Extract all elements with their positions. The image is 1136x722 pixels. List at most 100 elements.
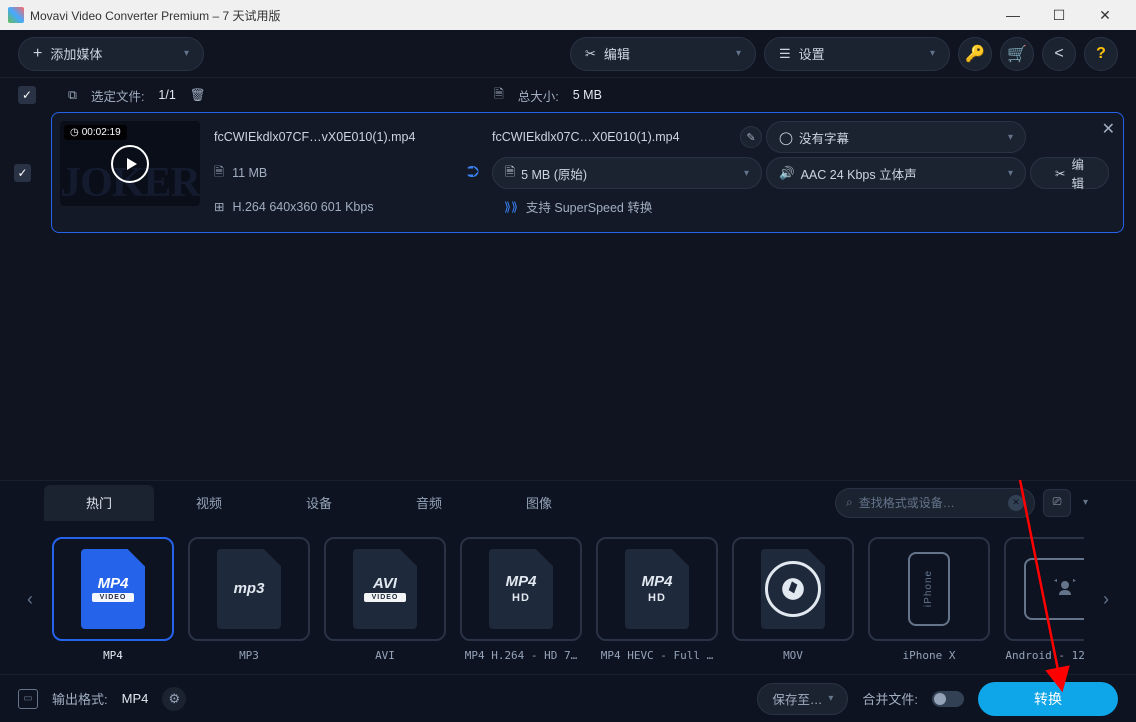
close-button[interactable]: ✕	[1082, 0, 1128, 30]
subtitle-value: 没有字幕	[799, 128, 849, 147]
output-size-select[interactable]: 🗎5 MB (原始) ▾	[492, 157, 762, 189]
source-codec: H.264 640x360 601 Kbps	[232, 200, 373, 214]
output-format-label: 输出格式:	[52, 689, 108, 708]
format-search-input[interactable]: ⌕ 查找格式或设备… ✕	[835, 488, 1035, 518]
share-button[interactable]: <	[1042, 37, 1076, 71]
format-icon: AVIVIDEO	[324, 537, 446, 641]
audio-select[interactable]: 🔊AAC 24 Kbps 立体声 ▾	[766, 157, 1026, 189]
clock-icon: ◷	[70, 127, 79, 138]
file-checkbox[interactable]: ✓	[14, 164, 31, 182]
clear-search-button[interactable]: ✕	[1008, 495, 1024, 511]
format-icon: MP4VIDEO	[52, 537, 174, 641]
format-label: MP4 H.264 - HD 7…	[460, 649, 582, 662]
format-tabs: 热门 视频 设备 音频 图像 ⌕ 查找格式或设备… ✕ ⎚ ▾	[0, 480, 1136, 524]
key-button[interactable]: 🔑	[958, 37, 992, 71]
speaker-icon: 🔊	[779, 166, 795, 181]
convert-button[interactable]: 转换	[978, 682, 1118, 716]
footer-bar: ▭ 输出格式: MP4 ⚙ 保存至… ▾ 合并文件: 转换	[0, 674, 1136, 722]
format-icon: MP4HD	[596, 537, 718, 641]
duration-value: 00:02:19	[82, 127, 121, 138]
play-button[interactable]	[111, 145, 149, 183]
help-button[interactable]: ?	[1084, 37, 1118, 71]
format-label: MP4	[52, 649, 174, 662]
output-settings-button[interactable]: ⚙	[162, 687, 186, 711]
save-to-label: 保存至…	[772, 689, 822, 708]
chevron-down-icon: ▾	[744, 168, 749, 179]
file-icon: 🗎	[214, 163, 224, 184]
plus-icon: +	[33, 45, 42, 63]
chevron-down-icon: ▾	[930, 48, 935, 59]
chevron-down-icon[interactable]: ▾	[1079, 497, 1092, 508]
format-label: MP4 HEVC - Full …	[596, 649, 718, 662]
format-label: AVI	[324, 649, 446, 662]
output-size-value: 5 MB (原始)	[521, 164, 587, 183]
edit-menu-button[interactable]: ✂ 编辑 ▾	[570, 37, 756, 71]
total-size-value: 5 MB	[573, 88, 602, 102]
bottom-panel: 热门 视频 设备 音频 图像 ⌕ 查找格式或设备… ✕ ⎚ ▾ ‹ MP4VID…	[0, 480, 1136, 722]
chevron-down-icon: ▾	[736, 48, 741, 59]
subtitle-select[interactable]: ◯ 没有字幕 ▾	[766, 121, 1026, 153]
superspeed-label: 支持 SuperSpeed 转换	[526, 197, 652, 216]
cart-button[interactable]: 🛒	[1000, 37, 1034, 71]
format-icon	[732, 537, 854, 641]
search-icon: ⌕	[846, 495, 853, 510]
file-icon: 🗎	[494, 85, 504, 106]
edit-file-label: 编辑	[1071, 154, 1084, 192]
add-media-button[interactable]: + 添加媒体 ▾	[18, 37, 204, 71]
edit-file-button[interactable]: ✂ 编辑	[1030, 157, 1109, 189]
file-card: ✕ ◷ 00:02:19 fcCWIEkdlx07CF…vX0E010(1).m…	[51, 112, 1124, 233]
format-tile-avi[interactable]: AVIVIDEO AVI	[324, 537, 446, 662]
format-tile-mp4-h-264-hd-7-[interactable]: MP4HD MP4 H.264 - HD 7…	[460, 537, 582, 662]
remove-file-button[interactable]: ✕	[1102, 119, 1115, 139]
output-format-value: MP4	[122, 691, 149, 706]
titlebar: Movavi Video Converter Premium – 7 天试用版 …	[0, 0, 1136, 30]
format-label: Android - 1280x720	[1004, 649, 1084, 662]
tab-devices[interactable]: 设备	[264, 485, 374, 521]
device-icon: ⎚	[1053, 496, 1062, 509]
wrench-icon: ✂	[585, 46, 596, 62]
tab-image[interactable]: 图像	[484, 485, 594, 521]
output-format-icon: ▭	[18, 689, 38, 709]
delete-icon[interactable]: 🗑	[190, 88, 206, 103]
chevron-down-icon: ▾	[1008, 132, 1013, 143]
format-strip: ‹ MP4VIDEO MP4 mp3MP3AVIVIDEO AVI MP4HD MP4 H…	[0, 524, 1136, 674]
tools-icon: ✂	[1055, 166, 1065, 181]
resolution-icon: ⊞	[214, 199, 224, 214]
format-icon: mp3	[188, 537, 310, 641]
detect-device-button[interactable]: ⎚	[1043, 489, 1071, 517]
format-tile-iphone-x[interactable]: iPhoneiPhone X	[868, 537, 990, 662]
subtitle-icon: ◯	[779, 130, 793, 145]
rename-button[interactable]: ✎	[740, 126, 762, 148]
scroll-left-button[interactable]: ‹	[18, 569, 42, 629]
format-tile-mov[interactable]: MOV	[732, 537, 854, 662]
merge-files-label: 合并文件:	[862, 689, 918, 708]
pencil-icon: ✎	[746, 131, 755, 144]
key-icon: 🔑	[965, 44, 985, 64]
search-placeholder: 查找格式或设备…	[859, 494, 1002, 511]
edit-menu-label: 编辑	[604, 44, 630, 63]
window-title: Movavi Video Converter Premium – 7 天试用版	[30, 7, 990, 24]
tab-audio[interactable]: 音频	[374, 485, 484, 521]
format-tile-android-1280x720[interactable]: Android - 1280x720	[1004, 537, 1084, 662]
save-to-button[interactable]: 保存至… ▾	[757, 683, 848, 715]
minimize-button[interactable]: —	[990, 0, 1036, 30]
format-tile-mp4[interactable]: MP4VIDEO MP4	[52, 537, 174, 662]
tab-popular[interactable]: 热门	[44, 485, 154, 521]
tab-video[interactable]: 视频	[154, 485, 264, 521]
format-icon: MP4HD	[460, 537, 582, 641]
app-icon	[8, 7, 24, 23]
settings-menu-label: 设置	[799, 44, 825, 63]
scroll-right-button[interactable]: ›	[1094, 569, 1118, 629]
chevron-down-icon: ▾	[184, 48, 189, 59]
format-tile-mp3[interactable]: mp3MP3	[188, 537, 310, 662]
format-tile-mp4-hevc-full-[interactable]: MP4HD MP4 HEVC - Full …	[596, 537, 718, 662]
copy-icon: ⧉	[68, 88, 77, 103]
select-all-checkbox[interactable]: ✓	[18, 86, 36, 104]
settings-menu-button[interactable]: ☰ 设置 ▾	[764, 37, 950, 71]
share-icon: <	[1054, 45, 1063, 63]
output-filename: fcCWIEkdlx07C…X0E010(1).mp4	[492, 124, 734, 150]
maximize-button[interactable]: ☐	[1036, 0, 1082, 30]
merge-toggle[interactable]	[932, 691, 964, 707]
help-icon: ?	[1096, 45, 1106, 63]
video-thumbnail[interactable]: ◷ 00:02:19	[60, 121, 200, 206]
